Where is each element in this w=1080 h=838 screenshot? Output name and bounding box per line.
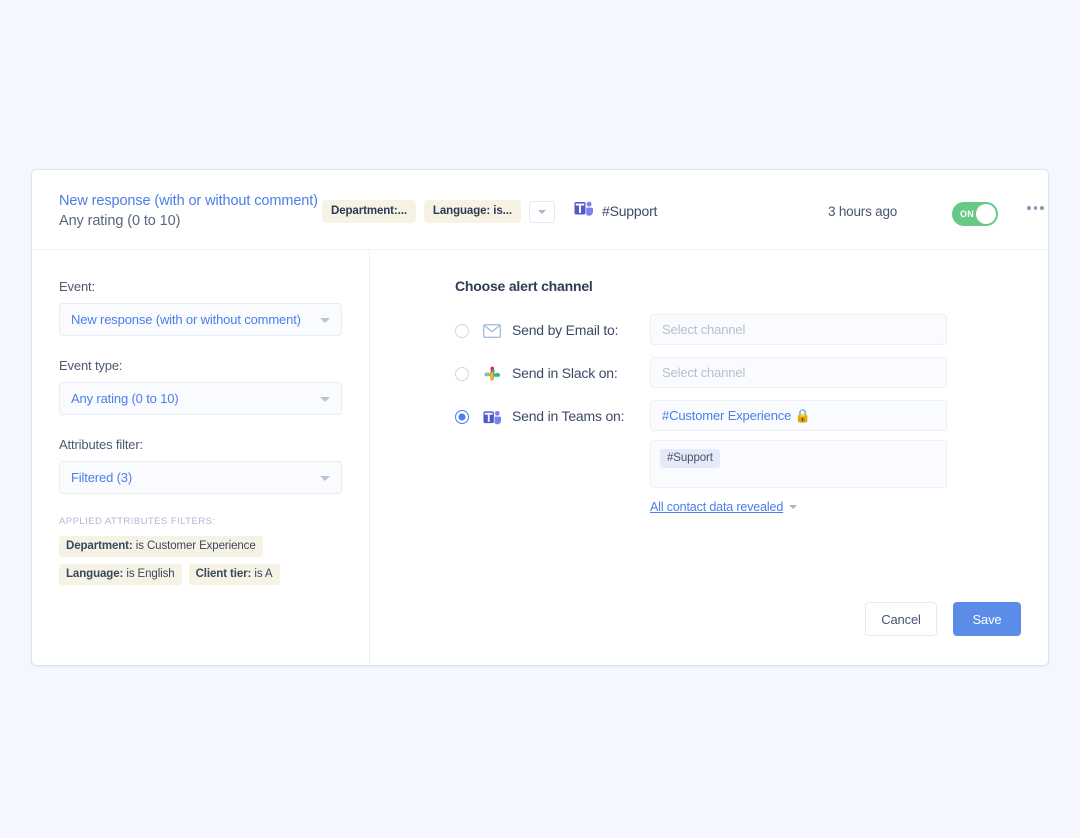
contact-data-reveal-link[interactable]: All contact data revealed	[650, 500, 783, 514]
toggle-state-label: ON	[960, 209, 975, 219]
kebab-dot	[1040, 206, 1044, 210]
page-title: New response (with or without comment)	[59, 193, 318, 209]
slack-icon	[483, 365, 501, 383]
tag-key: Language:	[66, 568, 124, 580]
header-filter-chips: Department:... Language: is...	[322, 200, 555, 223]
kebab-dot	[1033, 206, 1037, 210]
event-select[interactable]: New response (with or without comment)	[59, 303, 342, 336]
applied-filters-title: APPLIED ATTRIBUTES FILTERS:	[59, 516, 216, 527]
attributes-filter-field-group: Attributes filter: Filtered (3)	[59, 437, 342, 494]
channel-label-slack: Send in Slack on:	[512, 365, 618, 381]
event-type-select[interactable]: Any rating (0 to 10)	[59, 382, 342, 415]
tag-value: is A	[254, 568, 273, 580]
reveal-link-row: All contact data revealed	[650, 500, 947, 514]
slack-channel-placeholder: Select channel	[662, 365, 746, 380]
teams-channel-value: #Customer Experience 🔒	[662, 407, 811, 423]
email-channel-select[interactable]: Select channel	[650, 314, 947, 345]
header-channel: #Support	[574, 200, 657, 222]
alert-rule-card: New response (with or without comment) A…	[32, 170, 1048, 665]
card-header: New response (with or without comment) A…	[32, 170, 1048, 250]
chevron-down-icon	[320, 317, 330, 323]
event-field-group: Event: New response (with or without com…	[59, 279, 342, 336]
attributes-filter-label: Attributes filter:	[59, 437, 143, 452]
footer-buttons: Cancel Save	[865, 602, 1021, 636]
left-panel: Event: New response (with or without com…	[32, 250, 370, 664]
radio-slack[interactable]	[455, 367, 469, 381]
envelope-icon	[483, 322, 501, 340]
microsoft-teams-icon	[574, 200, 593, 222]
save-button[interactable]: Save	[953, 602, 1021, 636]
slack-channel-control: Select channel	[650, 357, 947, 388]
channel-row-email: Send by Email to: Select channel	[455, 314, 1021, 345]
caret-down-icon[interactable]	[789, 505, 798, 509]
applied-filter-tag: Client tier: is A	[188, 564, 280, 585]
channel-label-teams: Send in Teams on:	[512, 408, 625, 424]
chevron-down-icon	[537, 209, 546, 214]
email-channel-placeholder: Select channel	[662, 322, 746, 337]
teams-channel-select[interactable]: #Customer Experience 🔒	[650, 400, 947, 431]
event-type-label: Event type:	[59, 358, 123, 373]
overflow-menu-button[interactable]	[1027, 206, 1044, 210]
email-channel-control: Select channel	[650, 314, 947, 345]
header-subtitle: Any rating (0 to 10)	[59, 213, 181, 229]
section-title: Choose alert channel	[455, 278, 593, 294]
radio-teams[interactable]	[455, 410, 469, 424]
right-panel: Choose alert channel Send by Email to: S…	[370, 250, 1048, 664]
filter-chips-expand-button[interactable]	[528, 200, 555, 223]
teams-subchannel-tag[interactable]: #Support	[660, 449, 720, 468]
applied-filter-tag: Department: is Customer Experience	[59, 536, 263, 557]
toggle-knob	[976, 204, 996, 224]
teams-channel-control: #Customer Experience 🔒 #Support All cont…	[650, 400, 947, 514]
attributes-filter-select[interactable]: Filtered (3)	[59, 461, 342, 494]
kebab-dot	[1027, 206, 1031, 210]
event-select-value: New response (with or without comment)	[71, 312, 301, 327]
slack-channel-select[interactable]: Select channel	[650, 357, 947, 388]
page-root: New response (with or without comment) A…	[0, 0, 1080, 838]
event-type-field-group: Event type: Any rating (0 to 10)	[59, 358, 342, 415]
cancel-button[interactable]: Cancel	[865, 602, 937, 636]
card-body: Event: New response (with or without com…	[32, 250, 1048, 664]
attributes-filter-select-value: Filtered (3)	[71, 470, 133, 485]
header-channel-name: #Support	[602, 203, 658, 219]
radio-email[interactable]	[455, 324, 469, 338]
teams-subchannel-tagbox[interactable]: #Support	[650, 440, 947, 488]
tag-value: is Customer Experience	[135, 540, 256, 552]
channel-label-email: Send by Email to:	[512, 322, 619, 338]
tag-key: Client tier:	[195, 568, 252, 580]
filter-chip-language[interactable]: Language: is...	[423, 200, 521, 223]
channel-row-teams: Send in Teams on: #Customer Experience 🔒	[455, 400, 1021, 514]
applied-filters-tags: Department: is Customer Experience Langu…	[59, 536, 342, 585]
event-label: Event:	[59, 279, 95, 294]
header-title-block: New response (with or without comment) A…	[59, 192, 318, 231]
filter-chip-department[interactable]: Department:...	[322, 200, 416, 223]
microsoft-teams-icon	[483, 408, 501, 426]
tag-key: Department:	[66, 540, 133, 552]
channel-row-slack: Send in Slack on: Select channel	[455, 357, 1021, 388]
chevron-down-icon	[320, 396, 330, 402]
header-timestamp: 3 hours ago	[828, 204, 898, 219]
tag-value: is English	[126, 568, 175, 580]
applied-filter-tag: Language: is English	[59, 564, 182, 585]
event-type-select-value: Any rating (0 to 10)	[71, 391, 179, 406]
rule-enabled-toggle[interactable]: ON	[952, 202, 998, 226]
chevron-down-icon	[320, 475, 330, 481]
